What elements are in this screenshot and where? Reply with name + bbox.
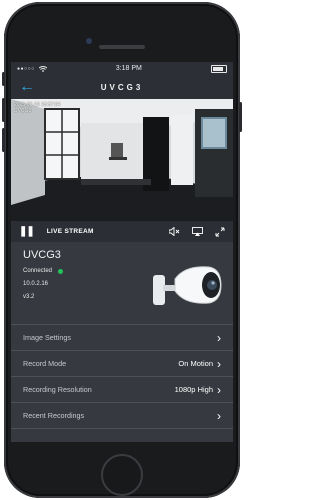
volume-down-button	[2, 128, 5, 152]
airplay-icon[interactable]	[192, 227, 203, 236]
mute-icon[interactable]	[169, 227, 180, 236]
fullscreen-icon[interactable]	[215, 227, 225, 237]
back-arrow-icon[interactable]: ←	[19, 78, 35, 96]
video-frame-image	[11, 99, 233, 221]
status-text: Connected	[23, 268, 53, 274]
live-stream-label: LIVE STREAM	[46, 228, 94, 235]
menu-item-value: On Motion	[178, 359, 213, 368]
signal-icon: ●●○○○	[17, 65, 35, 72]
camera-info: UVCG3 Connected 10.0.2.16 v3.2	[11, 249, 233, 324]
status-bar: ●●○○○ 3:18 PM	[11, 62, 233, 75]
volume-up-button	[2, 98, 5, 122]
nav-bar: ← UVCG3	[11, 75, 233, 99]
chevron-right-icon: ›	[217, 408, 221, 423]
video-controls: ❚❚ LIVE STREAM	[11, 221, 233, 242]
status-time: 3:18 PM	[115, 65, 142, 72]
chevron-right-icon: ›	[217, 356, 221, 371]
front-camera-icon	[86, 38, 92, 44]
menu-item-recent-recordings[interactable]: Recent Recordings ›	[11, 403, 233, 429]
settings-menu: Image Settings › Record Mode On Motion ›…	[11, 324, 233, 429]
menu-item-label: Recording Resolution	[23, 385, 92, 394]
battery-icon	[211, 64, 227, 73]
menu-item-label: Record Mode	[23, 359, 67, 368]
camera-device-image	[153, 266, 222, 305]
chevron-right-icon: ›	[217, 330, 221, 345]
wifi-icon	[38, 65, 47, 72]
menu-item-label: Recent Recordings	[23, 411, 85, 420]
earpiece-speaker	[99, 45, 145, 49]
menu-item-recording-resolution[interactable]: Recording Resolution 1080p High ›	[11, 377, 233, 403]
menu-item-value: 1080p High	[174, 385, 213, 394]
pause-icon[interactable]: ❚❚	[19, 226, 35, 237]
menu-item-record-mode[interactable]: Record Mode On Motion ›	[11, 351, 233, 377]
video-timestamp: 2015-06-19 15:57:04 UVCG3	[14, 102, 60, 114]
app-screen: ●●○○○ 3:18 PM ← UVCG3 2015-06-19 15:57:0…	[11, 62, 233, 442]
live-video-feed[interactable]: 2015-06-19 15:57:04 UVCG3	[11, 99, 233, 221]
menu-item-label: Image Settings	[23, 333, 71, 342]
home-button[interactable]	[101, 454, 143, 496]
menu-item-image-settings[interactable]: Image Settings ›	[11, 325, 233, 351]
status-dot-icon	[58, 268, 64, 274]
camera-overlay-name: UVCG3	[14, 108, 32, 114]
chevron-right-icon: ›	[217, 382, 221, 397]
mute-switch	[2, 72, 5, 86]
page-title: UVCG3	[100, 82, 144, 92]
power-button	[239, 102, 242, 132]
